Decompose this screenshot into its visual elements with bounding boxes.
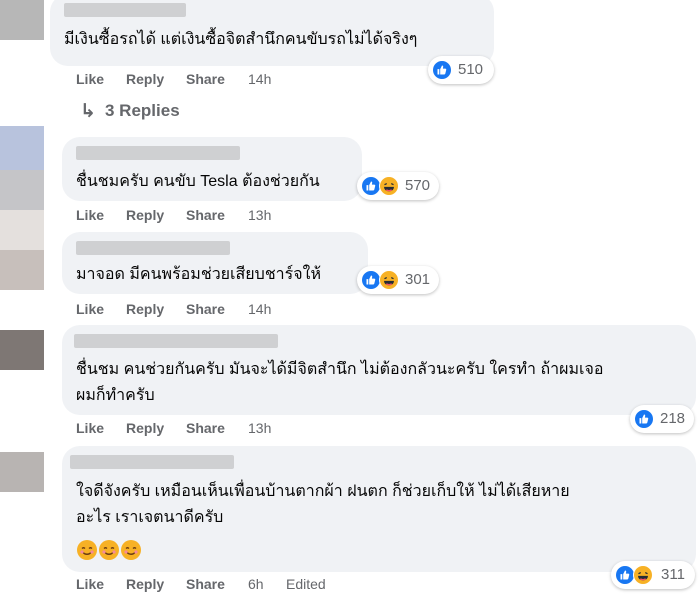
reaction-count: 218 (660, 410, 686, 427)
like-button[interactable]: Like (76, 207, 104, 223)
comment-text: มาจอด มีคนพร้อมช่วยเสียบชาร์จให้ (76, 266, 321, 283)
share-button[interactable]: Share (186, 71, 225, 87)
share-button[interactable]: Share (186, 207, 225, 223)
commenter-name[interactable] (76, 241, 230, 255)
replies-count-label[interactable]: 3 Replies (105, 101, 180, 121)
share-button[interactable]: Share (186, 420, 225, 436)
like-button[interactable]: Like (76, 71, 104, 87)
haha-icon (379, 176, 399, 196)
commenter-name[interactable] (76, 146, 240, 160)
comment-text: มีเงินซื้อรถได้ แต่เงินซื้อจิตสำนึกคนขับ… (64, 31, 418, 48)
comment-bubble: มาจอด มีคนพร้อมช่วยเสียบชาร์จให้ (62, 232, 368, 294)
reaction-summary[interactable]: 311 (611, 561, 695, 589)
like-icon (634, 409, 654, 429)
like-icon (432, 60, 452, 80)
avatar[interactable] (0, 330, 44, 370)
comment-bubble: ใจดีจังครับ เหมือนเห็นเพื่อนบ้านตากผ้า ฝ… (62, 446, 696, 572)
smiling-face-icon (77, 540, 97, 560)
reaction-count: 510 (458, 61, 484, 78)
comment-actions: Like Reply Share 13h (76, 207, 296, 227)
haha-icon (633, 565, 653, 585)
like-button[interactable]: Like (76, 301, 104, 317)
reaction-count: 311 (661, 566, 685, 583)
smiling-face-icon (121, 540, 141, 560)
comment-bubble: ชื่นชมครับ คนขับ Tesla ต้องช่วยกัน (62, 137, 362, 201)
comment-text-line: ใจดีจังครับ เหมือนเห็นเพื่อนบ้านตากผ้า ฝ… (76, 483, 570, 500)
reply-button[interactable]: Reply (126, 576, 164, 592)
avatar[interactable] (0, 126, 44, 170)
timestamp[interactable]: 14h (248, 71, 271, 87)
reaction-count: 570 (405, 177, 431, 194)
timestamp[interactable]: 14h (248, 301, 271, 317)
commenter-name[interactable] (70, 455, 234, 469)
avatar[interactable] (0, 0, 44, 40)
reply-button[interactable]: Reply (126, 207, 164, 223)
like-button[interactable]: Like (76, 576, 104, 592)
timestamp[interactable]: 13h (248, 207, 271, 223)
like-icon (361, 176, 381, 196)
comment-text-line: อะไร เราเจตนาดีครับ (76, 509, 224, 526)
comment-text-line: ผมก็ทำครับ (76, 387, 155, 404)
reaction-summary[interactable]: 301 (357, 266, 439, 294)
comment-bubble: มีเงินซื้อรถได้ แต่เงินซื้อจิตสำนึกคนขับ… (50, 0, 494, 66)
like-icon (361, 270, 381, 290)
reply-button[interactable]: Reply (126, 420, 164, 436)
comment-text: ชื่นชมครับ คนขับ Tesla ต้องช่วยกัน (76, 173, 320, 190)
comment-actions: Like Reply Share 14h (76, 71, 296, 91)
commenter-name[interactable] (64, 3, 186, 17)
reaction-summary[interactable]: 218 (630, 405, 694, 433)
timestamp[interactable]: 6h (248, 576, 264, 592)
avatar (0, 170, 44, 210)
comment-text-line: ชื่นชม คนช่วยกันครับ มันจะได้มีจิตสำนึก … (76, 361, 604, 378)
smiling-face-icon (99, 540, 119, 560)
haha-icon (379, 270, 399, 290)
commenter-name[interactable] (74, 334, 278, 348)
avatar[interactable] (0, 452, 44, 492)
avatar (0, 210, 44, 250)
avatar[interactable] (0, 250, 44, 290)
like-icon (615, 565, 635, 585)
reply-arrow-icon: ↳ (80, 101, 96, 122)
comment-actions: Like Reply Share 14h (76, 301, 296, 321)
reaction-summary[interactable]: 510 (428, 56, 494, 84)
reaction-summary[interactable]: 570 (357, 172, 439, 200)
reply-button[interactable]: Reply (126, 301, 164, 317)
share-button[interactable]: Share (186, 301, 225, 317)
comment-actions: Like Reply Share 13h (76, 420, 296, 440)
reply-button[interactable]: Reply (126, 71, 164, 87)
timestamp[interactable]: 13h (248, 420, 271, 436)
share-button[interactable]: Share (186, 576, 225, 592)
edited-label: Edited (286, 576, 326, 592)
comment-actions: Like Reply Share 6h Edited (76, 576, 356, 596)
comment-bubble: ชื่นชม คนช่วยกันครับ มันจะได้มีจิตสำนึก … (62, 325, 696, 415)
reaction-count: 301 (405, 271, 431, 288)
like-button[interactable]: Like (76, 420, 104, 436)
